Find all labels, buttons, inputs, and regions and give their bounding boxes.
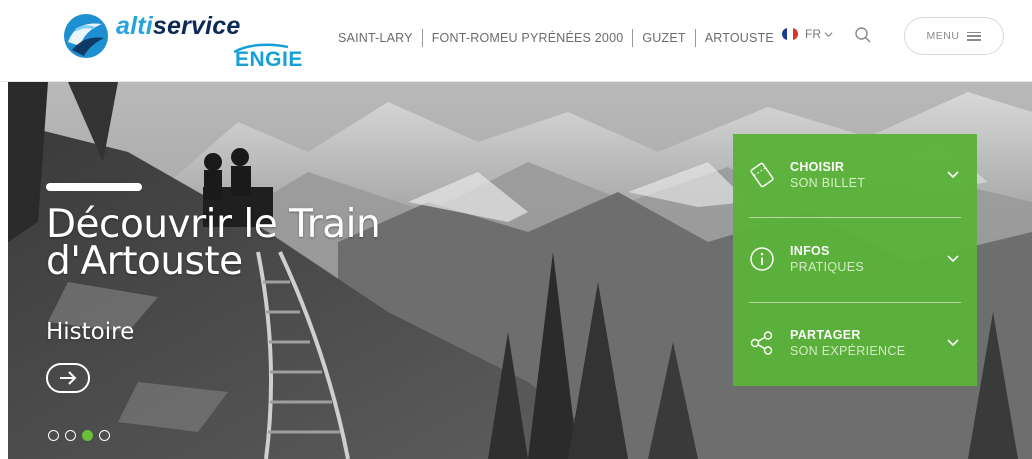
chevron-down-icon bbox=[947, 339, 959, 347]
quick-access-panel: CHOISIR SON BILLET INFOS PRATIQUES PARTA… bbox=[733, 134, 977, 386]
hero-cta-button[interactable] bbox=[46, 363, 90, 393]
chevron-down-icon bbox=[947, 255, 959, 263]
nav-separator bbox=[694, 29, 696, 47]
slider-dots bbox=[48, 430, 116, 441]
logo-mark-icon bbox=[64, 14, 108, 58]
panel-item-share[interactable]: PARTAGER SON EXPÉRIENCE bbox=[733, 302, 977, 386]
french-flag-icon bbox=[782, 28, 798, 40]
panel-item-subtitle: SON EXPÉRIENCE bbox=[790, 344, 906, 358]
ticket-icon bbox=[750, 162, 774, 188]
nav-link-saint-lary[interactable]: SAINT-LARY bbox=[338, 31, 413, 45]
hero-title: Découvrir le Train d'Artouste bbox=[46, 202, 381, 284]
language-code: FR bbox=[805, 27, 821, 41]
language-selector[interactable]: FR bbox=[782, 27, 833, 41]
hero-slider: Découvrir le Train d'Artouste Histoire C… bbox=[8, 82, 1032, 459]
slider-dot-2[interactable] bbox=[65, 430, 76, 441]
site-header: altiservice ENGIE SAINT-LARY FONT-ROMEU … bbox=[0, 0, 1032, 82]
title-accent-line bbox=[46, 183, 142, 191]
menu-label: MENU bbox=[926, 30, 960, 42]
brand-logo[interactable]: altiservice ENGIE bbox=[62, 10, 312, 72]
arrow-right-icon bbox=[60, 371, 77, 385]
nav-link-font-romeu[interactable]: FONT-ROMEU PYRÉNÉES 2000 bbox=[432, 31, 624, 45]
chevron-down-icon bbox=[824, 31, 833, 37]
share-icon bbox=[750, 331, 773, 355]
nav-separator bbox=[421, 29, 423, 47]
search-icon[interactable] bbox=[854, 26, 872, 44]
logo-wordmark: altiservice bbox=[116, 12, 241, 40]
info-icon bbox=[750, 247, 774, 271]
logo-sub-brand: ENGIE bbox=[235, 48, 303, 71]
panel-item-title: CHOISIR bbox=[790, 160, 845, 174]
panel-item-info[interactable]: INFOS PRATIQUES bbox=[733, 218, 977, 302]
menu-button[interactable]: MENU bbox=[904, 17, 1004, 55]
resort-nav: SAINT-LARY FONT-ROMEU PYRÉNÉES 2000 GUZE… bbox=[338, 29, 774, 47]
nav-link-guzet[interactable]: GUZET bbox=[642, 31, 685, 45]
hero-subtitle: Histoire bbox=[46, 319, 135, 345]
slider-dot-3[interactable] bbox=[82, 430, 93, 441]
nav-link-artouste[interactable]: ARTOUSTE bbox=[705, 31, 774, 45]
slider-dot-4[interactable] bbox=[99, 430, 110, 441]
nav-separator bbox=[632, 29, 634, 47]
hamburger-icon bbox=[967, 31, 982, 41]
panel-item-ticket[interactable]: CHOISIR SON BILLET bbox=[733, 134, 977, 218]
panel-item-title: INFOS bbox=[790, 244, 830, 258]
panel-item-subtitle: SON BILLET bbox=[790, 176, 866, 190]
panel-item-title: PARTAGER bbox=[790, 328, 861, 342]
chevron-down-icon bbox=[947, 171, 959, 179]
slider-dot-1[interactable] bbox=[48, 430, 59, 441]
panel-item-subtitle: PRATIQUES bbox=[790, 260, 865, 274]
